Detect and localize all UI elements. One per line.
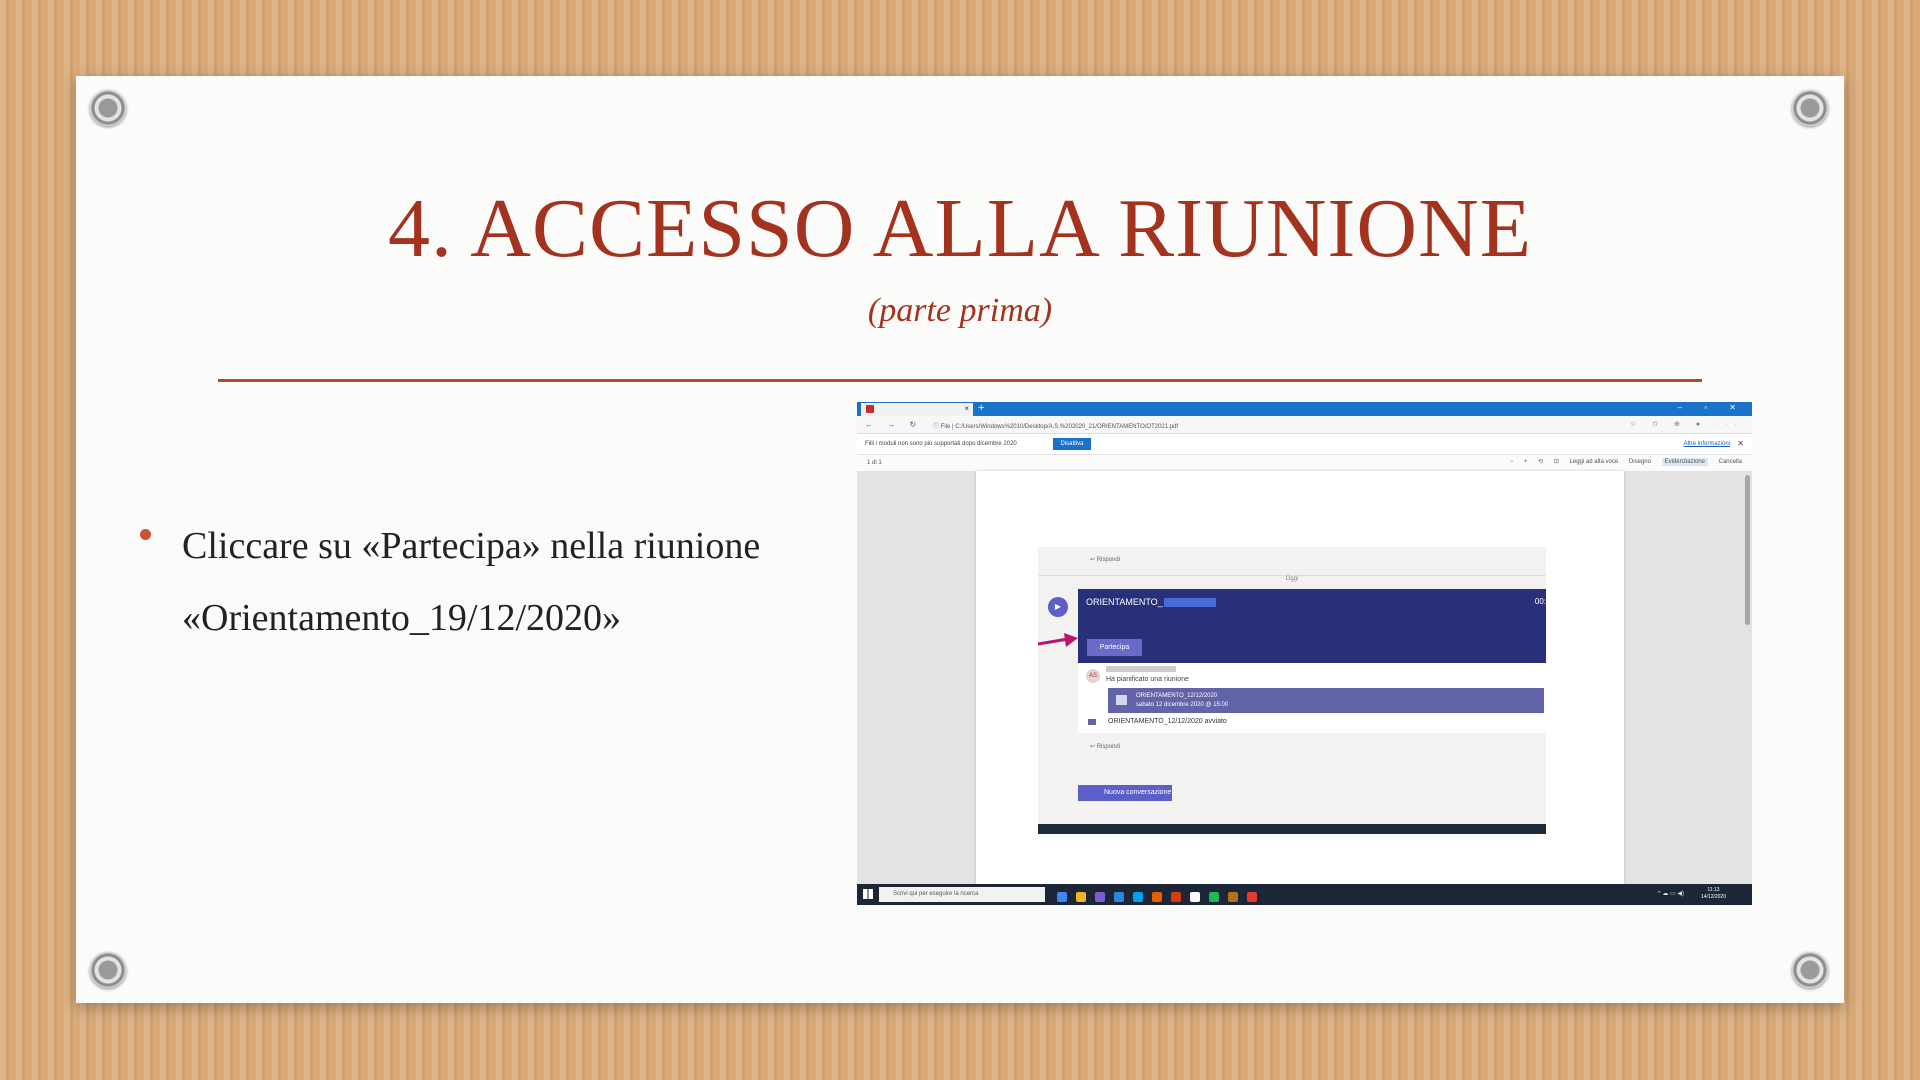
clock-date: 14/12/2020 [1700,894,1726,900]
disable-button[interactable]: Disattiva [1053,438,1091,450]
invite-title: ORIENTAMENTO_12/12/2020 [1136,693,1218,699]
taskbar-app-icon[interactable] [1114,892,1124,902]
pin-bottom-right [1792,952,1828,988]
bullet-item: Cliccare su «Partecipa» nella riunione «… [182,510,820,654]
new-conversation-button[interactable]: Nuova conversazione [1078,785,1172,801]
avatar: AS [1086,669,1100,683]
fit-page-button[interactable]: ⊡ [1554,459,1559,465]
meeting-timer: 00: [1534,597,1546,606]
system-tray[interactable]: ^ ☁ ▭ ◀) [1658,890,1684,897]
toolbar-icons[interactable]: ☆ ✩ ⊕ ● ··· [1630,420,1744,428]
meeting-title: ORIENTAMENTO_ [1086,597,1216,608]
windows-start-icon[interactable] [863,889,873,899]
read-aloud-button[interactable]: Leggi ad alta voce [1570,459,1619,465]
close-infobar-icon[interactable]: ✕ [1737,439,1744,448]
zoom-in-button[interactable]: + [1524,459,1528,465]
info-bar-text: Filli i moduli non sono più supportati d… [865,441,1017,447]
pdf-icon [866,405,874,413]
pdf-tools: − + ⟲ ⊡ Leggi ad alta voce Disegno Evide… [1501,458,1742,466]
video-camera-icon: ▶ [1048,597,1068,617]
taskbar-app-icon[interactable] [1209,892,1219,902]
pdf-toolbar: 1 di 1 − + ⟲ ⊡ Leggi ad alta voce Disegn… [857,455,1752,472]
redacted-name [1106,666,1176,672]
highlight-button[interactable]: Evidenziazione [1661,458,1708,466]
date-separator: Oggi [1038,575,1546,582]
join-button[interactable]: Partecipa [1087,639,1142,656]
url-field[interactable]: ⓘ File | C:/Users/Windows%2010/Desktop/A… [933,421,1178,430]
taskbar-search[interactable]: Scrivi qui per eseguire la ricerca [879,887,1045,902]
meeting-title-text: ORIENTAMENTO_ [1086,597,1163,607]
more-info-link[interactable]: Altre informazioni [1684,441,1730,447]
meeting-invite-card[interactable]: ORIENTAMENTO_12/12/2020 sabato 12 dicemb… [1108,688,1544,713]
zoom-out-button[interactable]: − [1510,459,1514,465]
teams-taskbar-strip [1038,824,1546,834]
embedded-screenshot: × + – ▫ ✕ ← → ↻ ⓘ File | C:/Users/Window… [857,402,1752,905]
scheduled-post: AS Ha pianificato una riunione ORIENTAME… [1078,663,1546,733]
new-tab-button[interactable]: + [978,402,984,414]
post-text: Ha pianificato una riunione [1106,676,1189,683]
taskbar-app-icon[interactable] [1133,892,1143,902]
taskbar-apps [1057,889,1266,905]
pointer-arrow-icon [1038,633,1078,647]
taskbar-clock[interactable]: 11:13 14/12/2020 [1701,887,1726,901]
taskbar-app-icon[interactable] [1228,892,1238,902]
taskbar-app-icon[interactable] [1247,892,1257,902]
bullet-dot [140,529,151,540]
slide-subtitle: (parte prima) [867,292,1053,329]
reply-link[interactable]: ↩ Rispondi [1090,556,1120,563]
window-controls[interactable]: – ▫ ✕ [1678,403,1746,412]
meeting-card: ORIENTAMENTO_ 00: Partecipa [1078,589,1546,663]
redacted-date [1163,598,1216,608]
taskbar-app-icon[interactable] [1095,892,1105,902]
meeting-started-text: ORIENTAMENTO_12/12/2020 avviato [1108,718,1227,725]
page-indicator[interactable]: 1 di 1 [867,460,882,466]
rotate-button[interactable]: ⟲ [1538,459,1543,465]
windows-taskbar: Scrivi qui per eseguire la ricerca ^ ☁ ▭… [857,884,1752,905]
browser-tab-bar: × + – ▫ ✕ [857,402,1752,416]
pin-bottom-left [90,952,126,988]
pin-top-left [90,90,126,126]
taskbar-app-icon[interactable] [1190,892,1200,902]
draw-button[interactable]: Disegno [1629,459,1651,465]
erase-button[interactable]: Cancella [1719,459,1742,465]
invite-datetime: sabato 12 dicembre 2020 @ 15:00 [1136,702,1229,708]
slide-title: 4. ACCESSO ALLA RIUNIONE [387,182,1533,275]
info-bar: Filli i moduli non sono più supportati d… [857,434,1752,455]
taskbar-app-icon[interactable] [1152,892,1162,902]
scrollbar[interactable] [1745,475,1750,625]
pin-top-right [1792,90,1828,126]
close-tab-icon[interactable]: × [964,404,969,413]
nav-buttons[interactable]: ← → ↻ [865,420,922,429]
pdf-page: ↩ Rispondi Oggi ▶ ORIENTAMENTO_ 00: Part… [976,471,1624,884]
calendar-icon [1116,695,1127,705]
teams-screenshot: ↩ Rispondi Oggi ▶ ORIENTAMENTO_ 00: Part… [1038,547,1546,834]
taskbar-app-icon[interactable] [1171,892,1181,902]
clock-time: 11:13 [1707,887,1720,893]
pdf-viewport: ↩ Rispondi Oggi ▶ ORIENTAMENTO_ 00: Part… [857,471,1752,884]
reply-link-2[interactable]: ↩ Rispondi [1090,743,1120,750]
bullet-line-1: Cliccare su «Partecipa» nella riunione [182,525,761,567]
taskbar-app-icon[interactable] [1057,892,1067,902]
taskbar-app-icon[interactable] [1076,892,1086,902]
video-icon [1088,719,1096,725]
bullet-line-2: «Orientamento_19/12/2020» [182,597,622,639]
bullet-list: Cliccare su «Partecipa» nella riunione «… [140,510,820,654]
address-bar: ← → ↻ ⓘ File | C:/Users/Windows%2010/Des… [857,416,1752,434]
title-divider [218,379,1702,382]
browser-tab[interactable]: × [861,403,973,416]
